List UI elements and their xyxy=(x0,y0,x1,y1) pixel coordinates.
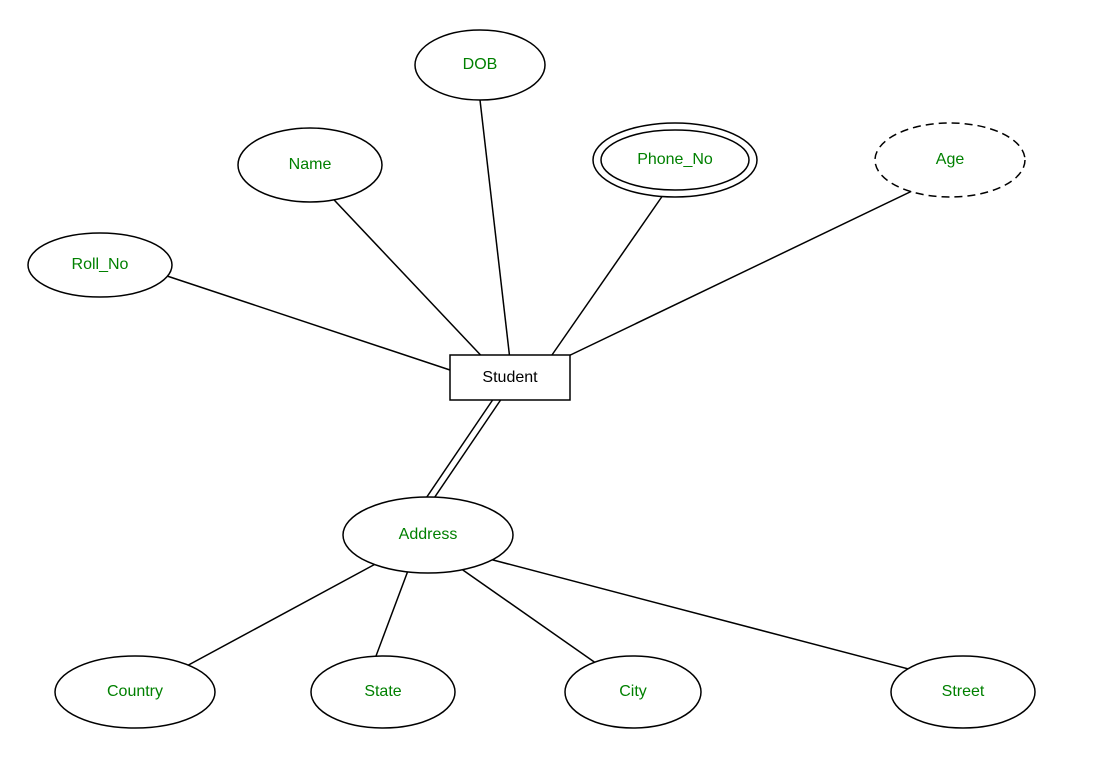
dob-label: DOB xyxy=(463,56,498,73)
student-label: Student xyxy=(482,369,538,386)
address-label: Address xyxy=(399,526,458,543)
line-student-address-1 xyxy=(418,395,496,510)
line-student-name xyxy=(320,185,490,365)
name-label: Name xyxy=(289,156,332,173)
line-address-city xyxy=(440,554,610,673)
line-student-rollno xyxy=(155,272,465,375)
line-address-street xyxy=(455,550,920,672)
rollno-label: Roll_No xyxy=(72,256,129,273)
state-label: State xyxy=(364,683,401,700)
phone-label: Phone_No xyxy=(637,151,713,168)
line-student-dob xyxy=(480,100,510,360)
country-label: Country xyxy=(107,683,163,700)
line-student-age xyxy=(560,180,935,360)
street-label: Street xyxy=(942,683,985,700)
city-label: City xyxy=(619,683,647,700)
er-diagram: Student DOB Name Phone_No Age Roll_No Ad… xyxy=(0,0,1112,753)
line-student-address-2 xyxy=(426,395,504,510)
age-label: Age xyxy=(936,151,965,168)
